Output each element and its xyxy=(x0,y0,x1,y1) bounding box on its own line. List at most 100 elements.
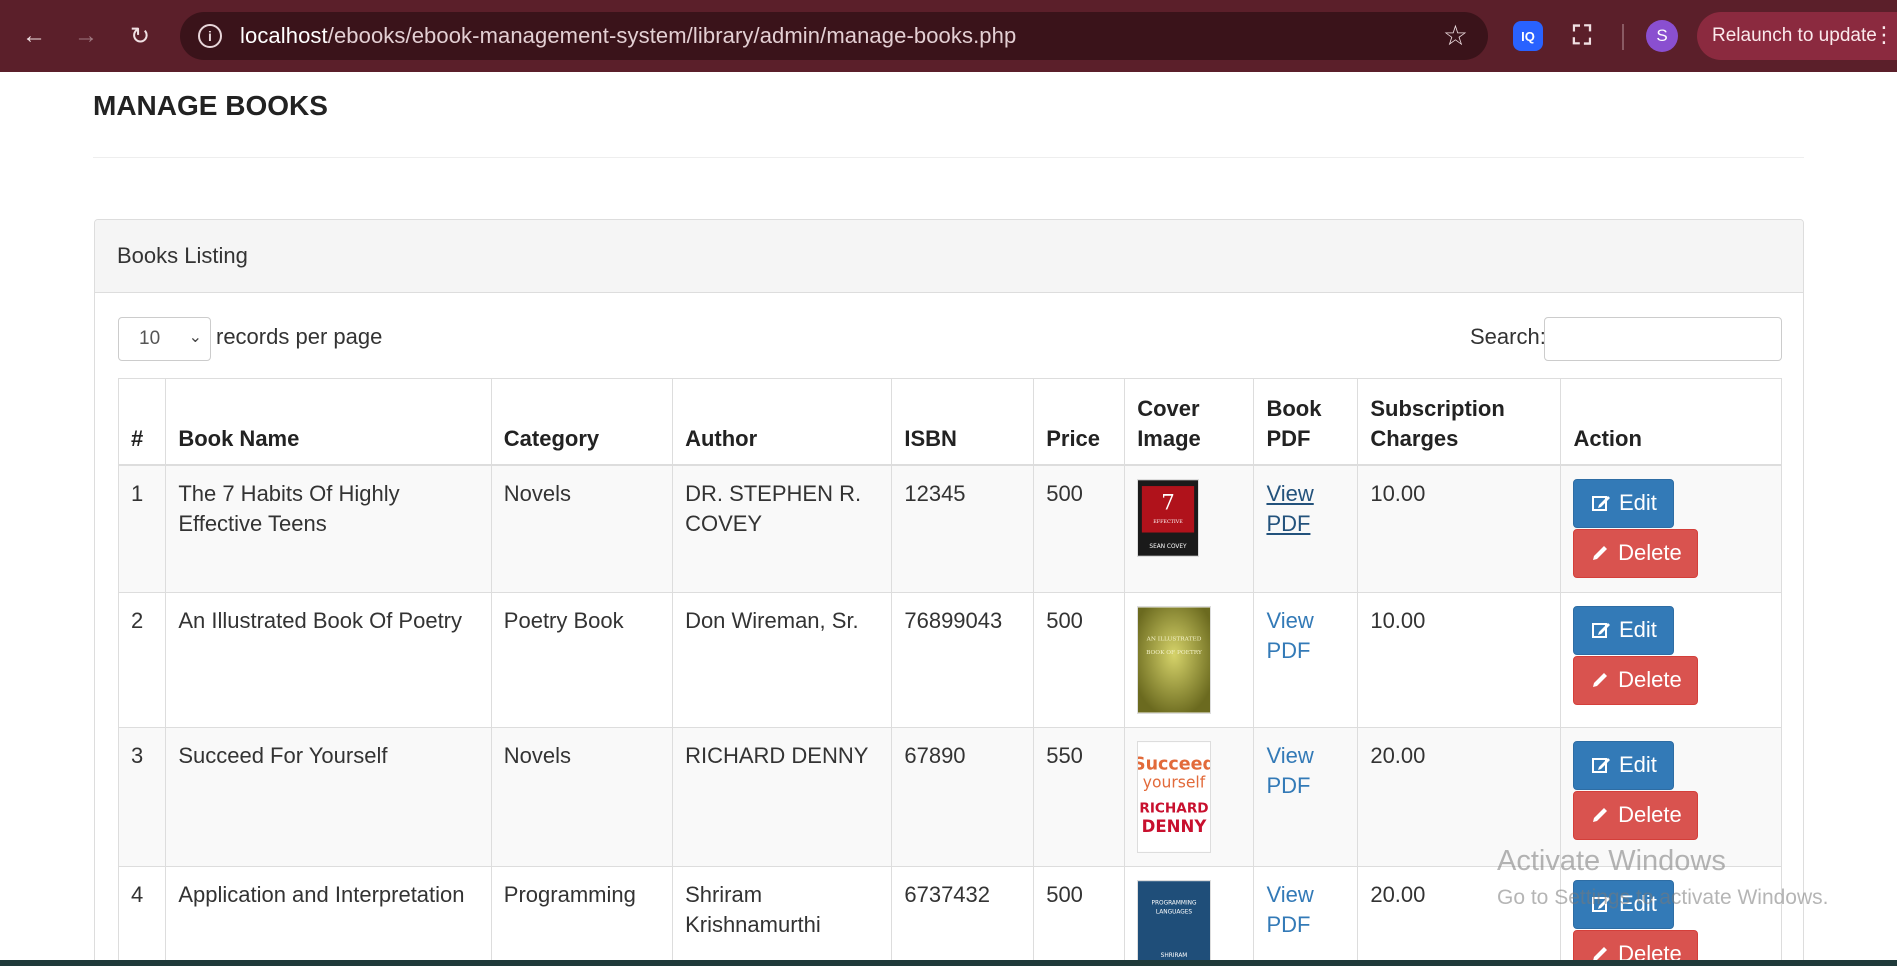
search-input[interactable] xyxy=(1544,317,1782,361)
book-name: Succeed For Yourself xyxy=(165,726,492,867)
row-number: 3 xyxy=(117,726,167,867)
book-price: 500 xyxy=(1033,464,1126,593)
page-title: MANAGE BOOKS xyxy=(93,90,328,121)
cover-author: SHRIRAM xyxy=(1161,953,1188,959)
book-category: Novels xyxy=(490,464,674,593)
edit-button[interactable]: Edit xyxy=(1573,740,1675,790)
book-category: Programming xyxy=(490,865,674,966)
book-isbn: 6737432 xyxy=(891,865,1035,966)
records-per-page-select[interactable]: 10 ⌄ xyxy=(118,317,211,361)
cover-image-cell: PROGRAMMING LANGUAGES SHRIRAM xyxy=(1124,865,1255,966)
edit-label: Edit xyxy=(1619,752,1657,777)
cover-image: PROGRAMMING LANGUAGES SHRIRAM xyxy=(1137,879,1212,966)
reload-icon[interactable]: ↻ xyxy=(122,18,158,54)
site-info-icon[interactable]: i xyxy=(198,24,222,48)
book-name: An Illustrated Book Of Poetry xyxy=(165,591,492,728)
column-header-cover-image[interactable]: Cover Image xyxy=(1124,378,1255,466)
view-pdf-link[interactable]: View PDF xyxy=(1266,743,1313,798)
delete-button[interactable]: Delete xyxy=(1573,790,1699,840)
book-price: 500 xyxy=(1033,865,1126,966)
edit-button[interactable]: Edit xyxy=(1573,605,1675,655)
cover-title: Succeed xyxy=(1137,754,1211,774)
action-cell: Edit Delete xyxy=(1560,865,1782,966)
windows-activation-watermark: Activate Windows xyxy=(1497,845,1726,877)
edit-label: Edit xyxy=(1619,490,1657,515)
cover-title: PROGRAMMING xyxy=(1152,900,1198,906)
column-header-price[interactable]: Price xyxy=(1033,378,1126,466)
book-category: Novels xyxy=(490,726,674,867)
delete-label: Delete xyxy=(1618,667,1682,692)
profile-avatar[interactable]: S xyxy=(1646,20,1678,52)
book-isbn: 67890 xyxy=(891,726,1035,867)
cover-subtitle: BOOK OF POETRY xyxy=(1146,650,1202,656)
view-pdf-link[interactable]: View PDF xyxy=(1266,608,1313,663)
action-cell: Edit Delete xyxy=(1560,591,1782,728)
column-header-isbn[interactable]: ISBN xyxy=(891,378,1035,466)
cover-image-cell: AN ILLUSTRATED BOOK OF POETRY xyxy=(1124,591,1255,728)
browser-toolbar: ← → ↻ i localhost/ebooks/ebook-managemen… xyxy=(0,0,1897,72)
action-cell: Edit Delete xyxy=(1560,464,1782,593)
forward-icon[interactable]: → xyxy=(68,18,104,54)
cover-author-first: RICHARD xyxy=(1140,800,1209,816)
extensions-puzzle-icon[interactable]: ⛶ xyxy=(1567,20,1597,51)
taskbar-edge xyxy=(0,960,1897,966)
edit-label: Edit xyxy=(1619,617,1657,642)
table-row: 4 Application and Interpretation Program… xyxy=(117,865,1782,966)
book-price: 550 xyxy=(1033,726,1126,867)
subscription-charges: 10.00 xyxy=(1357,464,1562,593)
cover-author-last: DENNY xyxy=(1142,817,1208,836)
column-header-book-name[interactable]: Book Name xyxy=(165,378,492,466)
cover-subtitle: EFFECTIVE xyxy=(1153,518,1183,524)
cover-author: SEAN COVEY xyxy=(1150,544,1188,550)
edit-icon xyxy=(1592,623,1610,638)
search-label: Search: xyxy=(1470,324,1546,349)
url-path: /ebooks/ebook-management-system/library/… xyxy=(327,23,1017,48)
more-menu-icon[interactable]: ⋮ xyxy=(1873,22,1895,48)
cover-image-cell: 7 EFFECTIVE SEAN COVEY xyxy=(1124,464,1255,593)
view-pdf-link[interactable]: View PDF xyxy=(1266,882,1313,937)
book-pdf-cell: View PDF xyxy=(1253,464,1359,593)
relaunch-label: Relaunch to update xyxy=(1712,25,1877,46)
pencil-icon xyxy=(1593,546,1608,560)
book-price: 500 xyxy=(1033,591,1126,728)
column-header-subscription-charges[interactable]: Subscription Charges xyxy=(1357,378,1562,466)
delete-button[interactable]: Delete xyxy=(1573,655,1699,705)
cover-title: 7 xyxy=(1161,490,1175,515)
back-icon[interactable]: ← xyxy=(16,18,52,54)
bookmark-star-icon[interactable]: ☆ xyxy=(1443,20,1468,52)
relaunch-button[interactable]: Relaunch to update ⋮ xyxy=(1697,12,1897,60)
extension-iq-icon[interactable]: IQ xyxy=(1513,21,1543,51)
edit-button[interactable]: Edit xyxy=(1573,478,1675,528)
column-header-number[interactable]: # xyxy=(117,378,167,466)
panel-heading: Books Listing xyxy=(95,220,1803,293)
column-header-action[interactable]: Action xyxy=(1560,378,1782,466)
cover-title: AN ILLUSTRATED xyxy=(1146,636,1202,642)
windows-activation-hint: Go to Settings to activate Windows. xyxy=(1497,886,1829,909)
delete-label: Delete xyxy=(1618,540,1682,565)
book-pdf-cell: View PDF xyxy=(1253,591,1359,728)
edit-icon xyxy=(1592,496,1610,511)
column-header-author[interactable]: Author xyxy=(672,378,893,466)
cover-subtitle: yourself xyxy=(1143,773,1206,791)
row-number: 1 xyxy=(117,464,167,593)
column-header-book-pdf[interactable]: Book PDF xyxy=(1253,378,1359,466)
view-pdf-link[interactable]: View PDF xyxy=(1266,481,1313,536)
book-isbn: 76899043 xyxy=(891,591,1035,728)
subscription-charges: 20.00 xyxy=(1357,865,1562,966)
book-pdf-cell: View PDF xyxy=(1253,865,1359,966)
book-author: DR. STEPHEN R. COVEY xyxy=(672,464,893,593)
cover-image: Succeed yourself RICHARD DENNY xyxy=(1137,740,1212,853)
book-author: RICHARD DENNY xyxy=(672,726,893,867)
records-per-page-value: 10 xyxy=(139,328,161,349)
table-row: 2 An Illustrated Book Of Poetry Poetry B… xyxy=(117,591,1782,728)
book-name: Application and Interpretation xyxy=(165,865,492,966)
cover-image-cell: Succeed yourself RICHARD DENNY xyxy=(1124,726,1255,867)
column-header-category[interactable]: Category xyxy=(490,378,674,466)
delete-button[interactable]: Delete xyxy=(1573,528,1699,578)
book-pdf-cell: View PDF xyxy=(1253,726,1359,867)
url-text[interactable]: localhost/ebooks/ebook-management-system… xyxy=(240,23,1016,49)
chevron-down-icon: ⌄ xyxy=(188,329,202,346)
toolbar-divider xyxy=(1622,24,1624,50)
pencil-icon xyxy=(1593,808,1608,822)
address-bar[interactable]: i localhost/ebooks/ebook-management-syst… xyxy=(180,12,1488,60)
